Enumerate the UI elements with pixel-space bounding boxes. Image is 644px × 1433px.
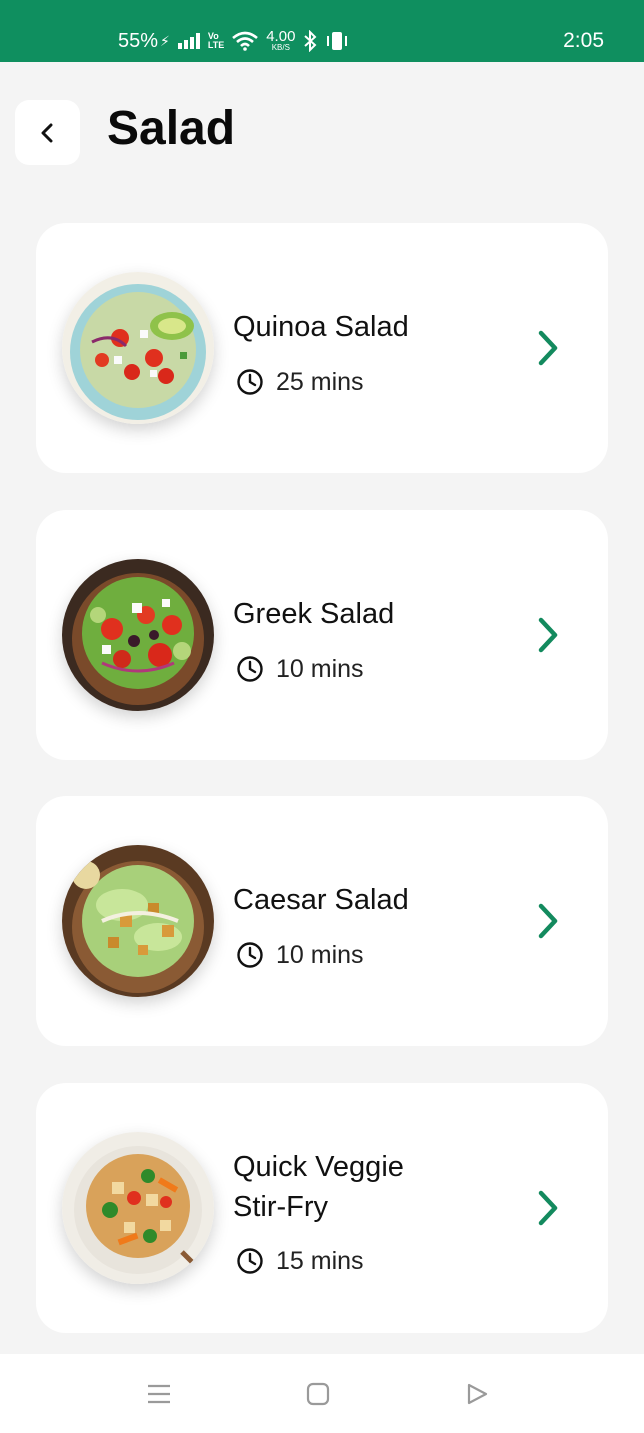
wifi-icon	[232, 31, 259, 51]
recipe-card-greek-salad[interactable]: Greek Salad 10 mins	[36, 510, 608, 760]
chevron-right-icon[interactable]	[536, 1190, 560, 1226]
recipe-time: 10 mins	[236, 940, 364, 970]
home-button[interactable]	[303, 1379, 333, 1409]
clock-icon	[237, 942, 263, 968]
back-triangle-icon	[467, 1383, 488, 1405]
charging-icon: ⚡	[160, 33, 170, 49]
recipe-image	[62, 1132, 214, 1284]
recipe-time: 25 mins	[236, 367, 364, 397]
recipe-time-label: 15 mins	[276, 1247, 364, 1275]
chevron-right-icon[interactable]	[536, 330, 560, 366]
status-indicators: 55% ⚡ Vo LTE 4.00 KB/S	[118, 28, 349, 54]
recipe-title-line-2: Stir-Fry	[233, 1191, 329, 1223]
recipe-time-label: 10 mins	[276, 941, 364, 969]
volte-icon: Vo LTE	[207, 31, 225, 50]
recipe-time-label: 25 mins	[276, 368, 364, 396]
recipe-title-line-1: Quick Veggie	[233, 1151, 404, 1183]
recipe-time: 15 mins	[236, 1246, 364, 1276]
recipe-time-label: 10 mins	[276, 655, 364, 683]
chevron-left-icon	[41, 123, 52, 142]
recipe-title: Greek Salad	[233, 598, 395, 630]
clock-icon	[237, 1248, 263, 1274]
recipe-title: Quick Veggie Stir-Fry	[233, 1147, 404, 1227]
system-nav-bar	[0, 1354, 644, 1433]
home-square-icon	[306, 1382, 330, 1406]
back-nav-button[interactable]	[462, 1379, 492, 1409]
recipe-card-quick-veggie-stir-fry[interactable]: Quick Veggie Stir-Fry 15 mins	[36, 1083, 608, 1333]
chevron-right-icon[interactable]	[536, 903, 560, 939]
clock: 2:05	[563, 29, 604, 52]
bluetooth-icon	[304, 30, 317, 52]
status-bar: 55% ⚡ Vo LTE 4.00 KB/S 2:05	[0, 0, 644, 62]
recipe-title: Caesar Salad	[233, 884, 409, 916]
page-title: Salad	[107, 102, 236, 155]
recipe-image	[62, 845, 214, 997]
recipe-card-caesar-salad[interactable]: Caesar Salad 10 mins	[36, 796, 608, 1046]
chevron-right-icon[interactable]	[536, 617, 560, 653]
recipe-time: 10 mins	[236, 654, 364, 684]
signal-icon	[177, 33, 200, 49]
vibrate-icon	[327, 32, 348, 50]
clock-icon	[237, 656, 263, 682]
network-speed: 4.00 KB/S	[266, 27, 296, 52]
menu-icon	[148, 1384, 170, 1404]
recipe-image	[62, 559, 214, 711]
recipe-image	[62, 272, 214, 424]
recents-button[interactable]	[144, 1379, 174, 1409]
recipe-title: Quinoa Salad	[233, 311, 409, 343]
recipe-card-quinoa-salad[interactable]: Quinoa Salad 25 mins	[36, 223, 608, 473]
clock-icon	[237, 369, 263, 395]
back-button[interactable]	[15, 100, 80, 165]
battery-percentage: 55%	[118, 30, 159, 52]
